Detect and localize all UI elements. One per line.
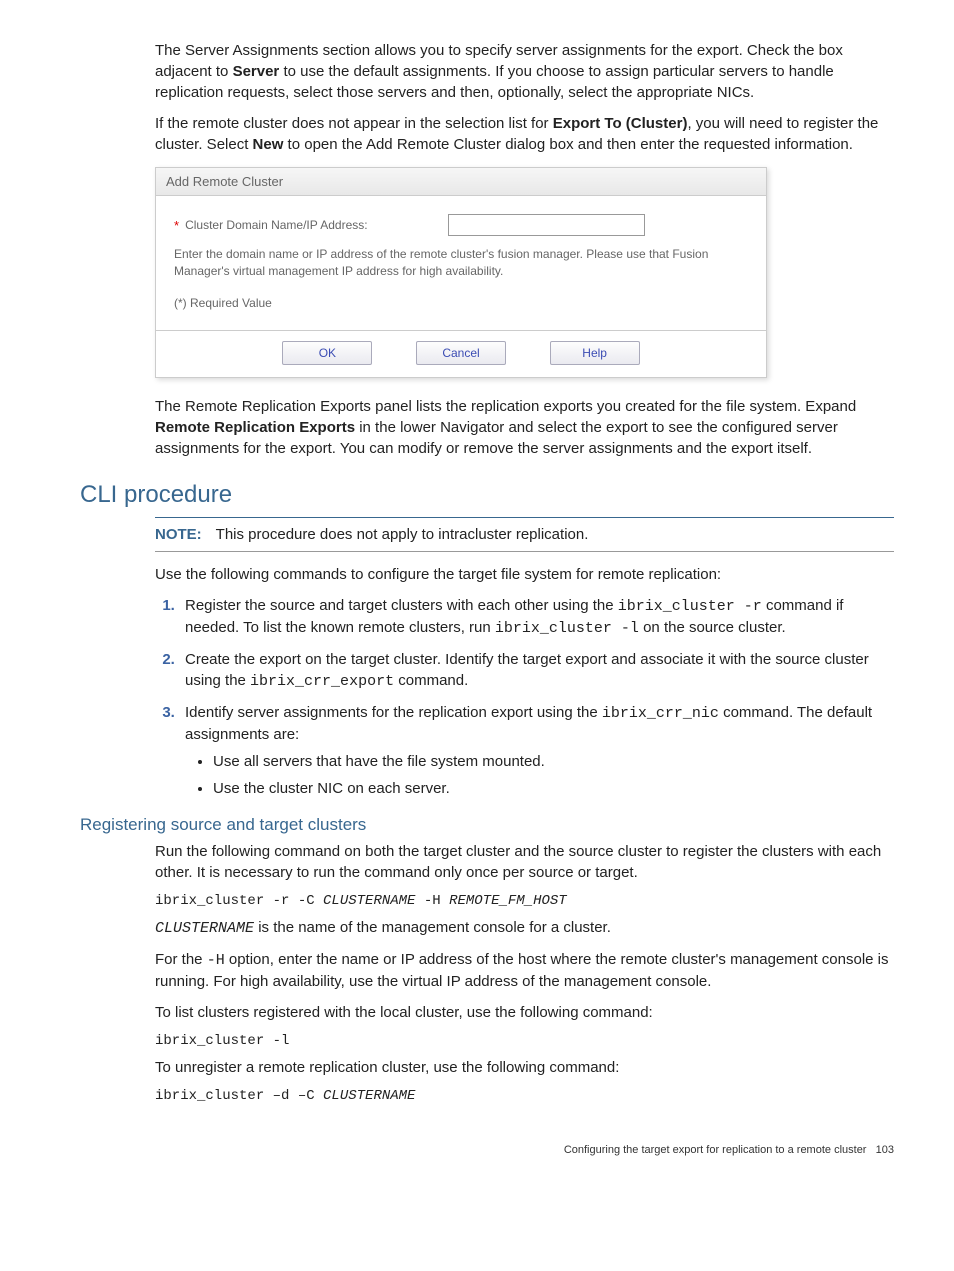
text: If the remote cluster does not appear in… xyxy=(155,115,553,132)
intro-paragraph-2: If the remote cluster does not appear in… xyxy=(155,113,894,155)
page-number: 103 xyxy=(876,1144,894,1156)
step-3: Identify server assignments for the repl… xyxy=(179,702,894,799)
add-remote-cluster-dialog: Add Remote Cluster * Cluster Domain Name… xyxy=(155,167,767,378)
text: command. xyxy=(394,672,468,689)
reg-p4: To list clusters registered with the loc… xyxy=(155,1002,894,1023)
cmd-list: ibrix_cluster -l xyxy=(155,1033,894,1049)
step-2: Create the export on the target cluster.… xyxy=(179,649,894,692)
text: on the source cluster. xyxy=(639,619,786,636)
help-button[interactable]: Help xyxy=(550,341,640,365)
cli-procedure-heading: CLI procedure xyxy=(80,481,894,509)
code: ibrix_crr_export xyxy=(250,673,394,690)
note-label: NOTE: xyxy=(155,526,202,543)
bold-new: New xyxy=(253,136,284,153)
page-footer: Configuring the target export for replic… xyxy=(60,1144,894,1156)
ok-button[interactable]: OK xyxy=(282,341,372,365)
bold-rre: Remote Replication Exports xyxy=(155,419,355,436)
intro-paragraph-1: The Server Assignments section allows yo… xyxy=(155,40,894,103)
footer-text: Configuring the target export for replic… xyxy=(564,1144,867,1156)
cmd-register: ibrix_cluster -r -C CLUSTERNAME -H REMOT… xyxy=(155,893,894,909)
text: For the xyxy=(155,951,207,968)
helper-text: Enter the domain name or IP address of t… xyxy=(174,246,748,280)
reg-p1: Run the following command on both the ta… xyxy=(155,841,894,883)
code: ibrix_cluster -r -C xyxy=(155,893,323,909)
reg-p5: To unregister a remote replication clust… xyxy=(155,1057,894,1078)
code-arg: CLUSTERNAME xyxy=(323,893,415,909)
required-note: (*) Required Value xyxy=(174,296,748,310)
reg-p2: CLUSTERNAME is the name of the managemen… xyxy=(155,917,894,939)
field-label: Cluster Domain Name/IP Address: xyxy=(185,218,368,232)
text: is the name of the management console fo… xyxy=(254,919,611,936)
bullet-1: Use all servers that have the file syste… xyxy=(213,751,894,772)
code-arg: REMOTE_FM_HOST xyxy=(449,893,567,909)
steps-list: Register the source and target clusters … xyxy=(155,595,894,799)
registering-heading: Registering source and target clusters xyxy=(80,815,894,835)
code: ibrix_crr_nic xyxy=(602,705,719,722)
field-row: * Cluster Domain Name/IP Address: xyxy=(174,214,748,236)
code-arg: CLUSTERNAME xyxy=(155,920,254,937)
note-text: This procedure does not apply to intracl… xyxy=(216,526,589,543)
bold-server: Server xyxy=(233,63,280,80)
bold-export-to: Export To (Cluster) xyxy=(553,115,688,132)
cmd-unregister: ibrix_cluster –d –C CLUSTERNAME xyxy=(155,1088,894,1104)
code: -H xyxy=(415,893,449,909)
text: Register the source and target clusters … xyxy=(185,597,618,614)
text: option, enter the name or IP address of … xyxy=(155,951,889,990)
text: The Remote Replication Exports panel lis… xyxy=(155,398,856,415)
cluster-address-input[interactable] xyxy=(448,214,645,236)
text: Identify server assignments for the repl… xyxy=(185,704,602,721)
reg-p3: For the -H option, enter the name or IP … xyxy=(155,949,894,992)
code: ibrix_cluster -r xyxy=(618,598,762,615)
dialog-title: Add Remote Cluster xyxy=(156,168,766,196)
cancel-button[interactable]: Cancel xyxy=(416,341,506,365)
text: to open the Add Remote Cluster dialog bo… xyxy=(283,136,853,153)
after-dialog-paragraph: The Remote Replication Exports panel lis… xyxy=(155,396,894,459)
bullet-2: Use the cluster NIC on each server. xyxy=(213,778,894,799)
required-star-icon: * xyxy=(174,218,179,233)
code: -H xyxy=(207,952,225,969)
step-3-bullets: Use all servers that have the file syste… xyxy=(213,751,894,799)
dialog-button-row: OK Cancel Help xyxy=(156,330,766,377)
cli-lead: Use the following commands to configure … xyxy=(155,564,894,585)
step-1: Register the source and target clusters … xyxy=(179,595,894,639)
code-arg: CLUSTERNAME xyxy=(323,1088,415,1104)
code: ibrix_cluster -l xyxy=(495,620,639,637)
note-box: NOTE: This procedure does not apply to in… xyxy=(155,517,894,552)
code: ibrix_cluster –d –C xyxy=(155,1088,323,1104)
